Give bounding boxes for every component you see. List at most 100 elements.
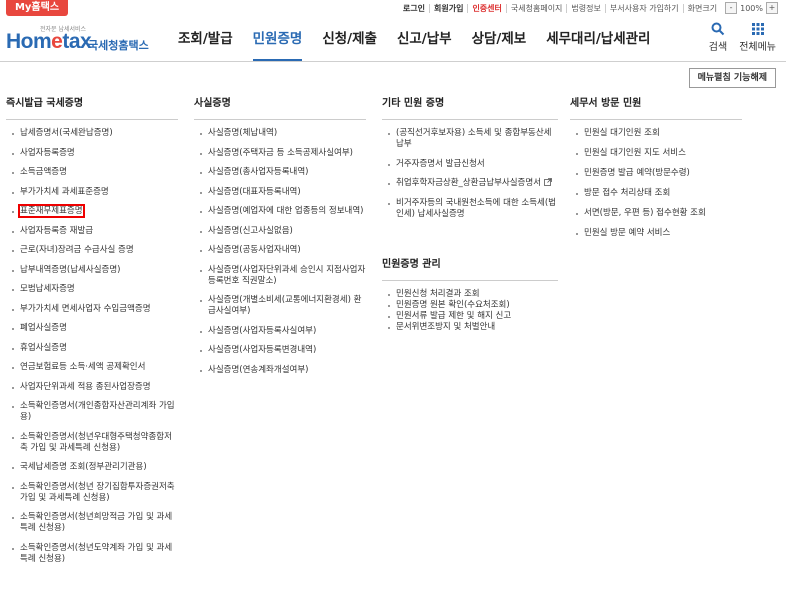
law-info-link[interactable]: 법령정보 <box>567 3 606 13</box>
menu-item[interactable]: 사실증명(대표자등록내역) <box>194 187 366 198</box>
header-divider <box>0 61 786 62</box>
menu-item[interactable]: 민원증명 발급 예약(방문수령) <box>570 168 742 179</box>
main-nav: 조회/발급 민원증명 신청/제출 신고/납부 상담/제보 세무대리/납세관리 <box>178 16 670 62</box>
dept-user-signup-link[interactable]: 부서사용자 가입하기 <box>606 3 684 13</box>
column-instant-cert: 즉시발급 국세증명 납세증명서(국세완납증명) 사업자등록증명 소득금액증명 부… <box>6 97 178 573</box>
hometax-logo[interactable]: 전자문 납세서비스 Hometax 국세청홈택스 <box>6 24 156 58</box>
nav-report-pay[interactable]: 신고/납부 <box>397 16 452 62</box>
menu-item[interactable]: 사실증명(신고사실없음) <box>194 226 366 237</box>
nav-apply-submit[interactable]: 신청/제출 <box>322 16 377 62</box>
menu-item-external[interactable]: 취업후학자금상환_상환금납부사실증명서 <box>382 178 558 189</box>
menu-item[interactable]: 방문 접수 처리상태 조회 <box>570 188 742 199</box>
menu-item[interactable]: 부가가치세 면세사업자 수입금액증명 <box>6 304 178 315</box>
login-link[interactable]: 로그인 <box>399 3 430 13</box>
column-title: 사실증명 <box>194 98 231 109</box>
logo-korean: 국세청홈택스 <box>88 39 149 52</box>
menu-item[interactable]: 민원실 대기인원 지도 서비스 <box>570 148 742 159</box>
menu-list: 민원신청 처리결과 조회 민원증명 원본 확인(수요처조회) 민원서류 발급 제… <box>382 289 558 333</box>
all-menu-label: 전체메뉴 <box>739 42 776 53</box>
column-other-cert: 기타 민원 증명 (공직선거후보자용) 소득세 및 종합부동산세 납부 거주자증… <box>382 97 558 228</box>
menu-item[interactable]: 연금보험료등 소득·세액 공제확인서 <box>6 362 178 373</box>
highlight-box[interactable]: 표준재무제표증명 <box>18 204 85 218</box>
divider <box>570 119 742 120</box>
column-title: 세무서 방문 민원 <box>570 98 642 109</box>
menu-item-highlighted: 표준재무제표증명 <box>6 204 178 218</box>
menu-item[interactable]: 사실증명(총사업자등록내역) <box>194 167 366 178</box>
screen-size-label: 화면크기 <box>687 3 718 13</box>
divider <box>6 119 178 120</box>
column-title: 민원증명 관리 <box>382 259 441 270</box>
nav-tax-agent[interactable]: 세무대리/납세관리 <box>546 16 650 62</box>
menu-item[interactable]: 근로(자녀)장려금 수급사실 증명 <box>6 245 178 256</box>
menu-item[interactable]: 사실증명(사업자단위과세 승인시 지점사업자등록번호 직권말소) <box>194 265 366 287</box>
menu-item[interactable]: 사실증명(예업자에 대한 업종등의 정보내역) <box>194 206 366 217</box>
menu-item[interactable]: 민원서류 발급 제한 및 해지 신고 <box>382 311 558 322</box>
my-hometax-button[interactable]: My홈택스 <box>6 0 68 16</box>
signup-link[interactable]: 회원가입 <box>430 3 469 13</box>
menu-item[interactable]: 납세증명서(국세완납증명) <box>6 128 178 139</box>
grid-menu-icon <box>751 20 765 38</box>
top-utility-bar: My홈택스 로그인 회원가입 인증센터 국세청홈페이지 법령정보 부서사용자 가… <box>0 0 786 16</box>
menu-item[interactable]: 사실증명(연송계좌개설여부) <box>194 365 366 376</box>
menu-item[interactable]: 사업자단위과세 적용 종된사업장증명 <box>6 382 178 393</box>
menu-item[interactable]: 국세납세증명 조회(정부관리기관용) <box>6 462 178 473</box>
menu-item[interactable]: 소득확인증명서(청년희망적금 가입 및 과세특례 신청용) <box>6 512 178 534</box>
column-title: 기타 민원 증명 <box>382 98 445 109</box>
nav-consult[interactable]: 상담/제보 <box>472 16 527 62</box>
external-link-icon <box>543 178 552 186</box>
zoom-in-button[interactable]: + <box>766 2 778 14</box>
menu-item[interactable]: 사실증명(주택자금 등 소득공제사실여부) <box>194 148 366 159</box>
menu-item[interactable]: 소득확인증명서(청년도약계좌 가입 및 과세특례 신청용) <box>6 543 178 565</box>
menu-item[interactable]: 민원실 대기인원 조회 <box>570 128 742 139</box>
menu-item-label: 취업후학자금상환_상환금납부사실증명서 <box>396 178 542 188</box>
nav-civil-cert[interactable]: 민원증명 <box>252 16 303 62</box>
menu-item[interactable]: 사실증명(체납내역) <box>194 128 366 139</box>
menu-item[interactable]: 납부내역증명(납세사실증명) <box>6 265 178 276</box>
menu-item[interactable]: 거주자증명서 발급신청서 <box>382 159 558 170</box>
zoom-control: - 100% + <box>725 2 778 14</box>
menu-list: 민원실 대기인원 조회 민원실 대기인원 지도 서비스 민원증명 발급 예약(방… <box>570 128 742 239</box>
menu-item[interactable]: 문서위변조방지 및 처벌안내 <box>382 322 558 333</box>
utility-links: 로그인 회원가입 인증센터 국세청홈페이지 법령정보 부서사용자 가입하기 화면… <box>399 0 778 16</box>
menu-item[interactable]: 모범납세자증명 <box>6 284 178 295</box>
menu-item[interactable]: 사실증명(사업자등록사실여부) <box>194 326 366 337</box>
menu-item[interactable]: 소득확인증명서(청년우대형주택청약종합저축 가입 및 과세특례 신청용) <box>6 432 178 454</box>
divider <box>194 119 366 120</box>
logo-wordmark: Hometax <box>6 30 92 53</box>
zoom-value: 100% <box>740 3 763 13</box>
menu-item[interactable]: 소득확인증명서(청년 장기집합투자증권저축가입 및 과세특례 신청용) <box>6 482 178 504</box>
menu-item[interactable]: 휴업사실증명 <box>6 343 178 354</box>
menu-item[interactable]: 민원실 방문 예약 서비스 <box>570 228 742 239</box>
header-tools: 검색 전체메뉴 <box>709 20 776 53</box>
menu-item[interactable]: 사업자등록증 재발급 <box>6 226 178 237</box>
search-label: 검색 <box>708 42 728 53</box>
menu-item[interactable]: 민원신청 처리결과 조회 <box>382 289 558 300</box>
nts-homepage-link[interactable]: 국세청홈페이지 <box>507 3 568 13</box>
nav-inquiry[interactable]: 조회/발급 <box>178 16 233 62</box>
cert-center-link[interactable]: 인증센터 <box>468 3 507 13</box>
divider <box>382 280 558 281</box>
menu-item[interactable]: 사실증명(사업자등록변경내역) <box>194 345 366 356</box>
column-title: 즉시발급 국세증명 <box>6 98 84 109</box>
main-header: 전자문 납세서비스 Hometax 국세청홈택스 조회/발급 민원증명 신청/제… <box>0 16 786 62</box>
column-office-visit: 세무서 방문 민원 민원실 대기인원 조회 민원실 대기인원 지도 서비스 민원… <box>570 97 742 248</box>
menu-item[interactable]: 비거주자등의 국내원천소득에 대한 소득세(법인세) 납세사실증명 <box>382 198 558 220</box>
column-fact-cert: 사실증명 사실증명(체납내역) 사실증명(주택자금 등 소득공제사실여부) 사실… <box>194 97 366 384</box>
menu-list: (공직선거후보자용) 소득세 및 종합부동산세 납부 거주자증명서 발급신청서 … <box>382 128 558 220</box>
menu-item[interactable]: 소득확인증명서(개인종합자산관리계좌 가입용) <box>6 401 178 423</box>
all-menu-tool[interactable]: 전체메뉴 <box>739 20 776 53</box>
menu-item[interactable]: 민원증명 원본 확인(수요처조회) <box>382 300 558 311</box>
search-tool[interactable]: 검색 <box>709 20 727 53</box>
menu-item[interactable]: 사업자등록증명 <box>6 148 178 159</box>
menu-item[interactable]: 부가가치세 과세표준증명 <box>6 187 178 198</box>
menu-item[interactable]: 서면(방문, 우편 등) 접수현황 조회 <box>570 208 742 219</box>
menu-item[interactable]: 사실증명(개별소비세(교통에너지환경세) 환급사실여부) <box>194 295 366 317</box>
menu-item[interactable]: 폐업사실증명 <box>6 323 178 334</box>
menu-expand-off-button[interactable]: 메뉴펼침 기능해제 <box>688 68 776 88</box>
search-icon <box>711 20 725 38</box>
menu-item[interactable]: 사실증명(공동사업자내역) <box>194 245 366 256</box>
menu-item[interactable]: (공직선거후보자용) 소득세 및 종합부동산세 납부 <box>382 128 558 150</box>
menu-item[interactable]: 소득금액증명 <box>6 167 178 178</box>
menu-list: 사실증명(체납내역) 사실증명(주택자금 등 소득공제사실여부) 사실증명(총사… <box>194 128 366 376</box>
zoom-out-button[interactable]: - <box>725 2 738 14</box>
